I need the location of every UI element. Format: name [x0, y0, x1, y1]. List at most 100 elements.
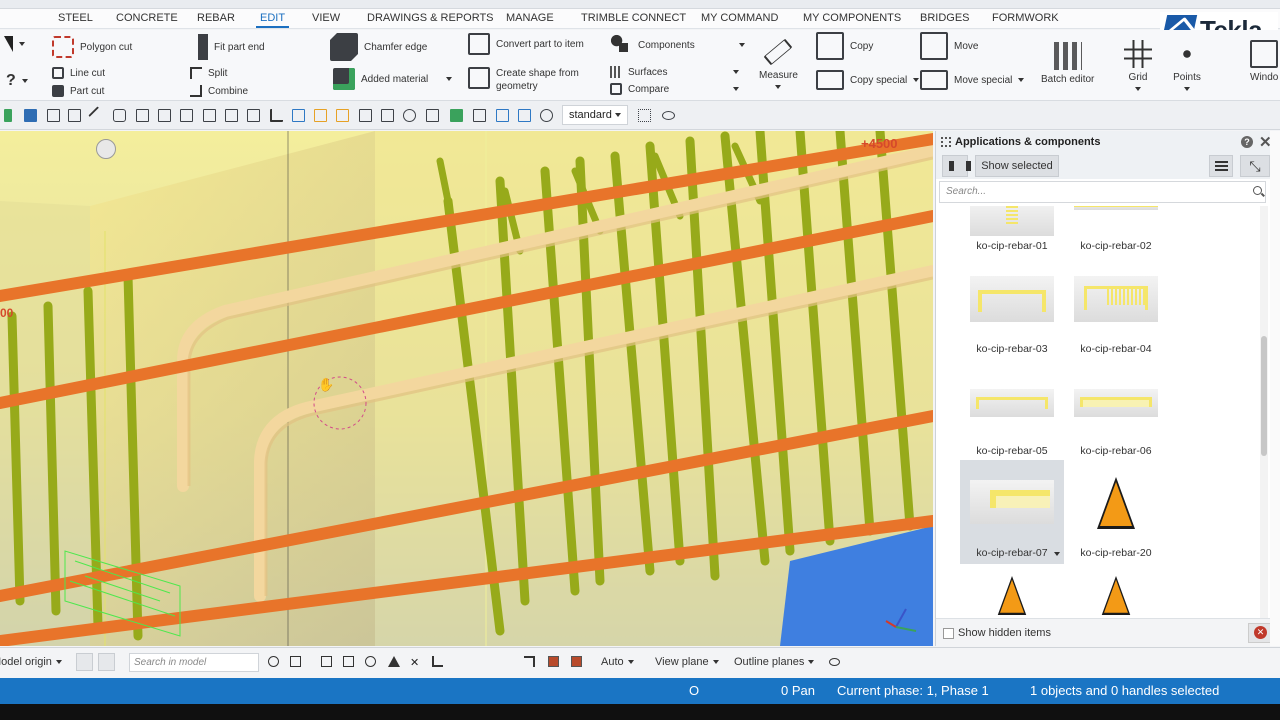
copy-special-button[interactable]: Copy special: [816, 70, 920, 90]
panel-scrollbar[interactable]: [1260, 206, 1268, 618]
component-item[interactable]: ko-cip-rebar-05: [960, 381, 1064, 461]
grid-button[interactable]: Grid: [1124, 40, 1152, 91]
list-view-button[interactable]: [1209, 155, 1233, 177]
part-cut-button[interactable]: Part cut: [52, 85, 104, 97]
show-hidden-checkbox[interactable]: [943, 628, 954, 639]
menu-concrete[interactable]: CONCRETE: [116, 12, 178, 24]
snap-midpoint-icon[interactable]: [388, 656, 400, 667]
search-filter-icon[interactable]: [290, 656, 301, 667]
menu-edit[interactable]: EDIT: [255, 12, 290, 28]
menu-manage[interactable]: MANAGE: [506, 12, 554, 24]
component-item[interactable]: ko-cip-rebar-02: [1064, 206, 1168, 260]
scrollbar-thumb[interactable]: [1261, 336, 1267, 456]
select-cuts-icon[interactable]: [180, 109, 193, 122]
select-assemblies-icon[interactable]: [247, 109, 260, 122]
components-button[interactable]: Components: [610, 34, 745, 56]
outline-planes-dropdown[interactable]: Outline planes: [734, 656, 815, 668]
view-filter-dropdown[interactable]: standard: [562, 105, 628, 125]
model-viewport[interactable]: ✋ +4500 00: [0, 131, 933, 646]
eye-icon[interactable]: [662, 111, 675, 120]
plus-button[interactable]: [76, 653, 93, 671]
component-item[interactable]: ko-cip-rebar-04: [1064, 276, 1168, 356]
help-tool-button[interactable]: ?: [6, 72, 28, 90]
search-icon[interactable]: [268, 656, 279, 667]
zoom-icon[interactable]: [540, 109, 553, 122]
green-marker-icon[interactable]: [4, 109, 12, 122]
select-references-icon[interactable]: [270, 109, 283, 122]
snap-mode-dropdown[interactable]: Auto: [601, 656, 634, 668]
compare-button[interactable]: Compare: [610, 83, 740, 95]
eye-icon[interactable]: [829, 658, 840, 666]
copy-button[interactable]: Copy: [816, 32, 873, 60]
move-button[interactable]: Move: [920, 32, 978, 60]
menu-drawings-reports[interactable]: DRAWINGS & REPORTS: [367, 12, 494, 24]
snap-free-icon[interactable]: [548, 656, 559, 667]
status-phase[interactable]: Current phase: 1, Phase 1: [837, 683, 989, 698]
search-model-input[interactable]: Search in model: [129, 653, 259, 672]
tile-view-button[interactable]: [942, 155, 971, 177]
snap-intersection-icon[interactable]: ✕: [410, 656, 421, 669]
chevron-down-icon[interactable]: [1054, 552, 1060, 556]
component-item[interactable]: [1064, 576, 1168, 616]
select-tool-button[interactable]: [4, 36, 25, 52]
menu-bridges[interactable]: BRIDGES: [920, 12, 970, 24]
select-scissors-icon[interactable]: [203, 109, 216, 122]
snap-mid-icon[interactable]: [518, 109, 531, 122]
snap-extension-icon[interactable]: [524, 656, 535, 667]
snap-points-icon[interactable]: [496, 109, 509, 122]
snap-center-icon[interactable]: [365, 656, 376, 667]
create-shape-button[interactable]: Create shape from geometry: [468, 67, 579, 93]
convert-part-to-item-button[interactable]: Convert part to item: [468, 33, 584, 55]
component-item[interactable]: [960, 576, 1064, 616]
select-all-icon[interactable]: [24, 109, 37, 122]
close-panel-button[interactable]: [1248, 623, 1272, 643]
snap-override-icon[interactable]: [571, 656, 582, 667]
move-special-button[interactable]: Move special: [920, 70, 1025, 90]
snap-line-icon[interactable]: [455, 656, 466, 667]
select-bolts-icon[interactable]: [158, 109, 171, 122]
grid-toggle-button[interactable]: [98, 653, 115, 671]
select-rebar-sets-icon[interactable]: [336, 109, 349, 122]
menu-steel[interactable]: STEEL: [58, 12, 93, 24]
select-cube-icon[interactable]: [113, 109, 126, 122]
component-item[interactable]: ko-cip-rebar-20: [1064, 460, 1168, 564]
select-rebar-icon[interactable]: [292, 109, 305, 122]
snap-ref-lines-icon[interactable]: [321, 656, 332, 667]
select-construction-icon[interactable]: [450, 109, 463, 122]
select-rebar-groups-icon[interactable]: [314, 109, 327, 122]
snap-any-icon[interactable]: [502, 656, 513, 667]
added-material-button[interactable]: Added material: [333, 68, 453, 90]
collapse-panel-button[interactable]: ⤡: [1240, 155, 1270, 177]
chamfer-edge-button[interactable]: Chamfer edge: [330, 33, 427, 61]
snap-nearest-icon[interactable]: [477, 656, 488, 667]
select-line-icon[interactable]: [88, 106, 107, 125]
split-button[interactable]: Split: [190, 67, 227, 79]
component-item-selected[interactable]: ko-cip-rebar-07: [960, 460, 1064, 564]
model-origin-dropdown[interactable]: Model origin: [0, 656, 62, 668]
component-item[interactable]: ko-cip-rebar-06: [1064, 381, 1168, 461]
line-cut-button[interactable]: Line cut: [52, 67, 105, 79]
select-planes-icon[interactable]: [403, 109, 416, 122]
component-item[interactable]: ko-cip-rebar-01: [960, 206, 1064, 260]
menu-formwork[interactable]: FORMWORK: [992, 12, 1059, 24]
menu-my-command[interactable]: MY COMMAND: [701, 12, 778, 24]
select-surfaces-icon[interactable]: [359, 109, 372, 122]
combine-button[interactable]: Combine: [190, 85, 248, 97]
select-grid-icon[interactable]: [136, 109, 149, 122]
fit-part-end-button[interactable]: Fit part end: [198, 34, 265, 60]
select-welds-icon[interactable]: [225, 109, 238, 122]
component-item[interactable]: ko-cip-rebar-03: [960, 276, 1064, 356]
view-navigation-icon[interactable]: [96, 139, 116, 159]
show-selected-button[interactable]: Show selected: [975, 155, 1059, 177]
batch-editor-button[interactable]: Batch editor: [1041, 42, 1094, 85]
panel-search-input[interactable]: Search...: [939, 181, 1266, 203]
search-icon[interactable]: [1253, 186, 1262, 195]
menu-rebar[interactable]: REBAR: [197, 12, 235, 24]
select-edges-icon[interactable]: [426, 109, 439, 122]
window-button[interactable]: Windo: [1250, 40, 1278, 83]
filter-pattern-icon[interactable]: [638, 109, 651, 122]
surfaces-button[interactable]: Surfaces: [610, 66, 740, 78]
select-pour-icon[interactable]: [381, 109, 394, 122]
menu-view[interactable]: VIEW: [312, 12, 340, 24]
select-parts-icon[interactable]: [68, 109, 81, 122]
